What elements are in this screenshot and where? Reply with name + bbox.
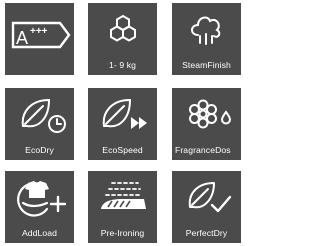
feature-tile-capacity: 1- 9 kg — [88, 3, 157, 75]
feature-tile-perfect-dry: PerfectDry — [172, 171, 241, 243]
energy-class-letter: A — [16, 28, 28, 48]
feature-tile-pre-ironing: Pre-Ironing — [88, 171, 157, 243]
feature-tile-eco-dry: EcoDry — [5, 88, 74, 160]
tile-label: EcoSpeed — [102, 145, 143, 155]
feature-tile-steam-finish: SteamFinish — [172, 3, 241, 75]
tile-label: PerfectDry — [185, 228, 228, 238]
feature-tile-add-load: AddLoad — [5, 171, 74, 243]
feature-tile-eco-speed: EcoSpeed — [88, 88, 157, 160]
tile-label: FragranceDos — [175, 145, 231, 155]
tile-label: 1- 9 kg — [109, 60, 136, 70]
feature-grid: A +++ 1- 9 kg SteamFinish EcoDry EcoSpee… — [0, 0, 243, 246]
tile-label: EcoDry — [25, 145, 54, 155]
tile-label: AddLoad — [21, 228, 58, 238]
svg-text:+++: +++ — [30, 26, 48, 37]
feature-tile-fragrance-dos: FragranceDos — [172, 88, 241, 160]
feature-tile-energy-class: A +++ — [5, 3, 74, 75]
energy-class-a-plus-plus-plus-icon: A +++ — [11, 21, 71, 49]
tile-label: SteamFinish — [182, 60, 231, 70]
tile-label: Pre-Ironing — [100, 228, 145, 238]
